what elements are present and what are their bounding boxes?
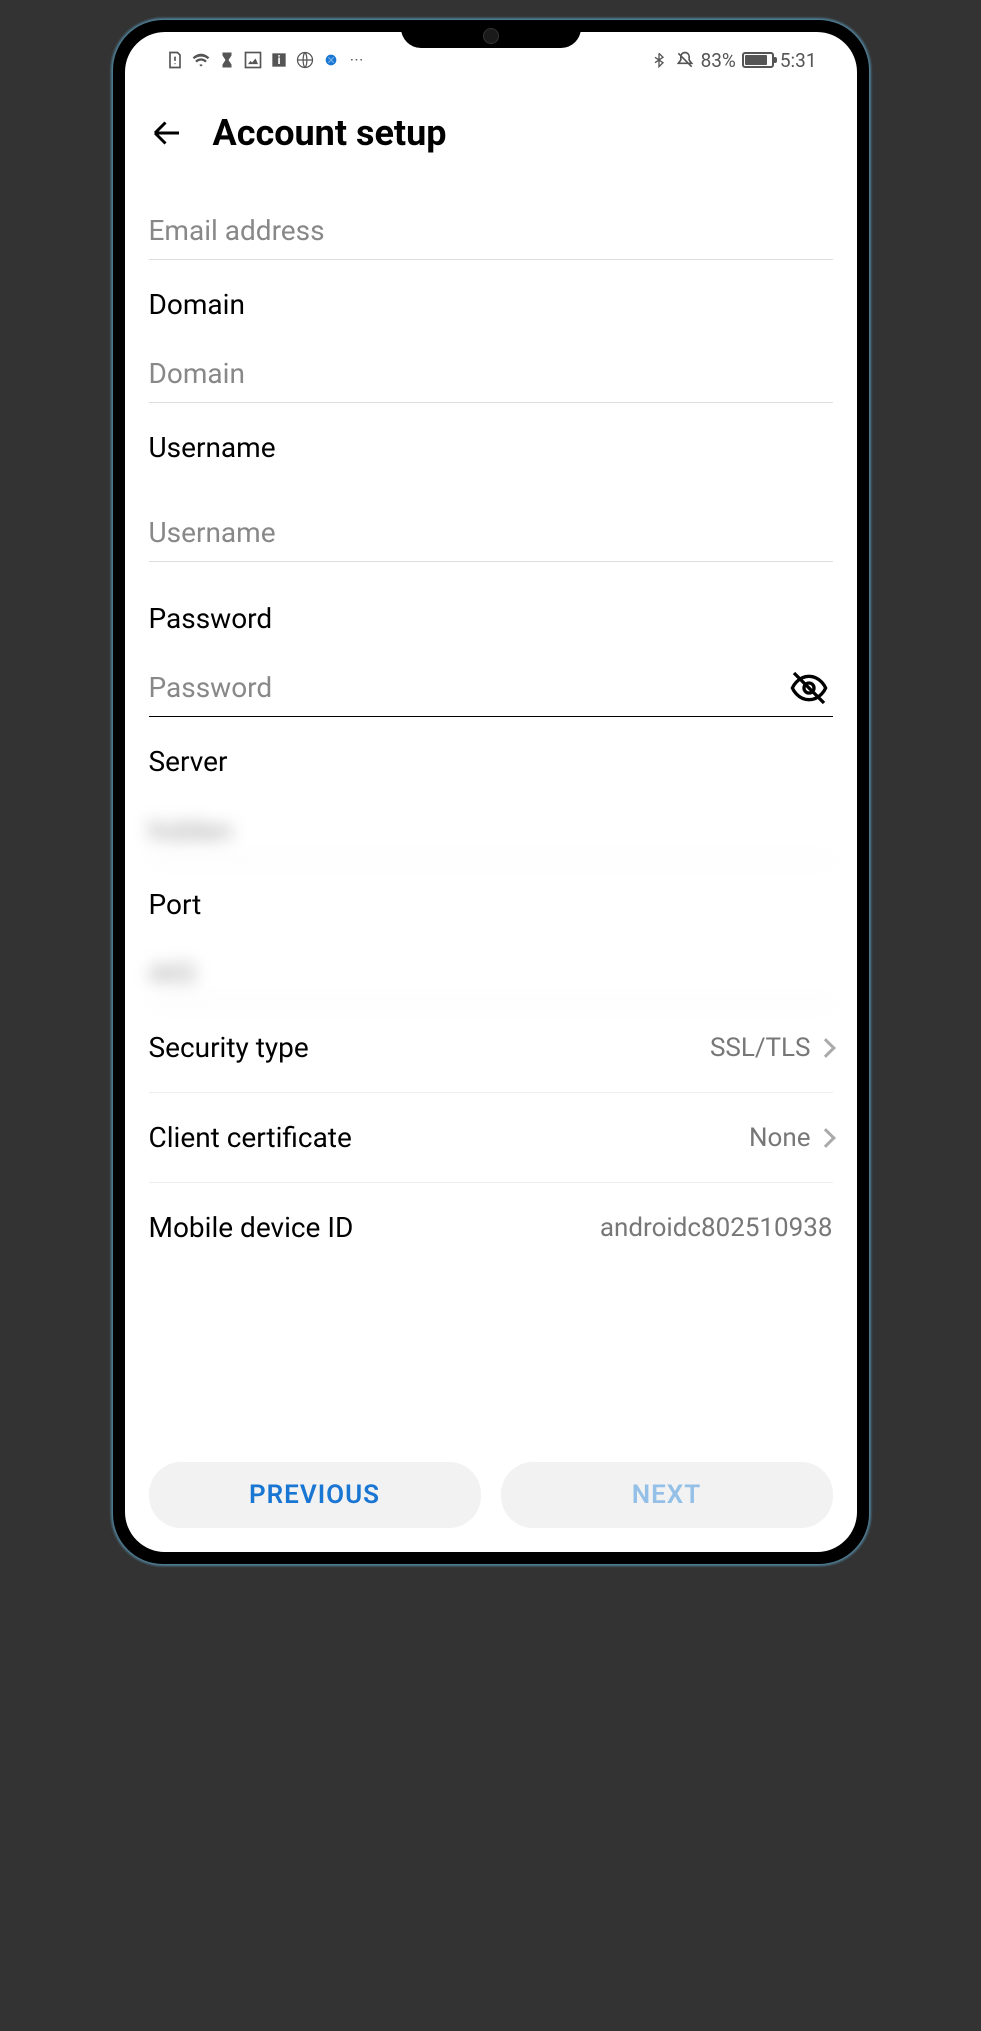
client-certificate-value: None — [749, 1123, 811, 1153]
client-certificate-label: Client certificate — [149, 1121, 352, 1154]
info-icon: i — [269, 50, 289, 70]
mute-icon — [675, 50, 695, 70]
clock-time: 5:31 — [780, 49, 817, 72]
battery-percent: 83% — [701, 49, 736, 72]
chevron-right-icon — [816, 1128, 836, 1148]
previous-button[interactable]: PREVIOUS — [149, 1462, 481, 1528]
username-label: Username — [149, 431, 833, 464]
form-content[interactable]: Email address Domain Username Password — [125, 174, 857, 1450]
server-label: Server — [149, 745, 833, 778]
email-input[interactable] — [149, 202, 833, 260]
password-input[interactable] — [149, 659, 833, 716]
globe-icon — [295, 50, 315, 70]
back-arrow-icon[interactable] — [149, 115, 185, 151]
chevron-right-icon — [816, 1038, 836, 1058]
app-header: Account setup — [125, 82, 857, 174]
port-input[interactable]: 443 — [149, 945, 833, 1003]
password-label: Password — [149, 602, 833, 635]
hourglass-icon — [217, 50, 237, 70]
username-input[interactable] — [149, 504, 833, 562]
more-icon: ⋯ — [347, 50, 367, 70]
eye-slash-icon[interactable] — [789, 668, 829, 708]
bluetooth-icon — [649, 50, 669, 70]
device-id-label: Mobile device ID — [149, 1211, 354, 1244]
device-id-row: Mobile device ID androidc802510938 — [149, 1183, 833, 1256]
server-input[interactable]: hidden — [149, 802, 833, 860]
svg-text:i: i — [277, 53, 280, 67]
security-type-label: Security type — [149, 1031, 309, 1064]
security-type-value: SSL/TLS — [710, 1033, 811, 1063]
next-button[interactable]: NEXT — [501, 1462, 833, 1528]
port-label: Port — [149, 888, 833, 921]
domain-label: Domain — [149, 288, 833, 321]
domain-input[interactable] — [149, 345, 833, 403]
sim-alert-icon — [165, 50, 185, 70]
device-id-value: androidc802510938 — [600, 1213, 833, 1243]
battery-icon — [742, 52, 774, 68]
security-type-row[interactable]: Security type SSL/TLS — [149, 1003, 833, 1093]
button-bar: PREVIOUS NEXT — [125, 1450, 857, 1552]
circle-icon — [321, 50, 341, 70]
image-icon — [243, 50, 263, 70]
client-certificate-row[interactable]: Client certificate None — [149, 1093, 833, 1183]
wifi-icon — [191, 50, 211, 70]
page-title: Account setup — [213, 112, 447, 154]
